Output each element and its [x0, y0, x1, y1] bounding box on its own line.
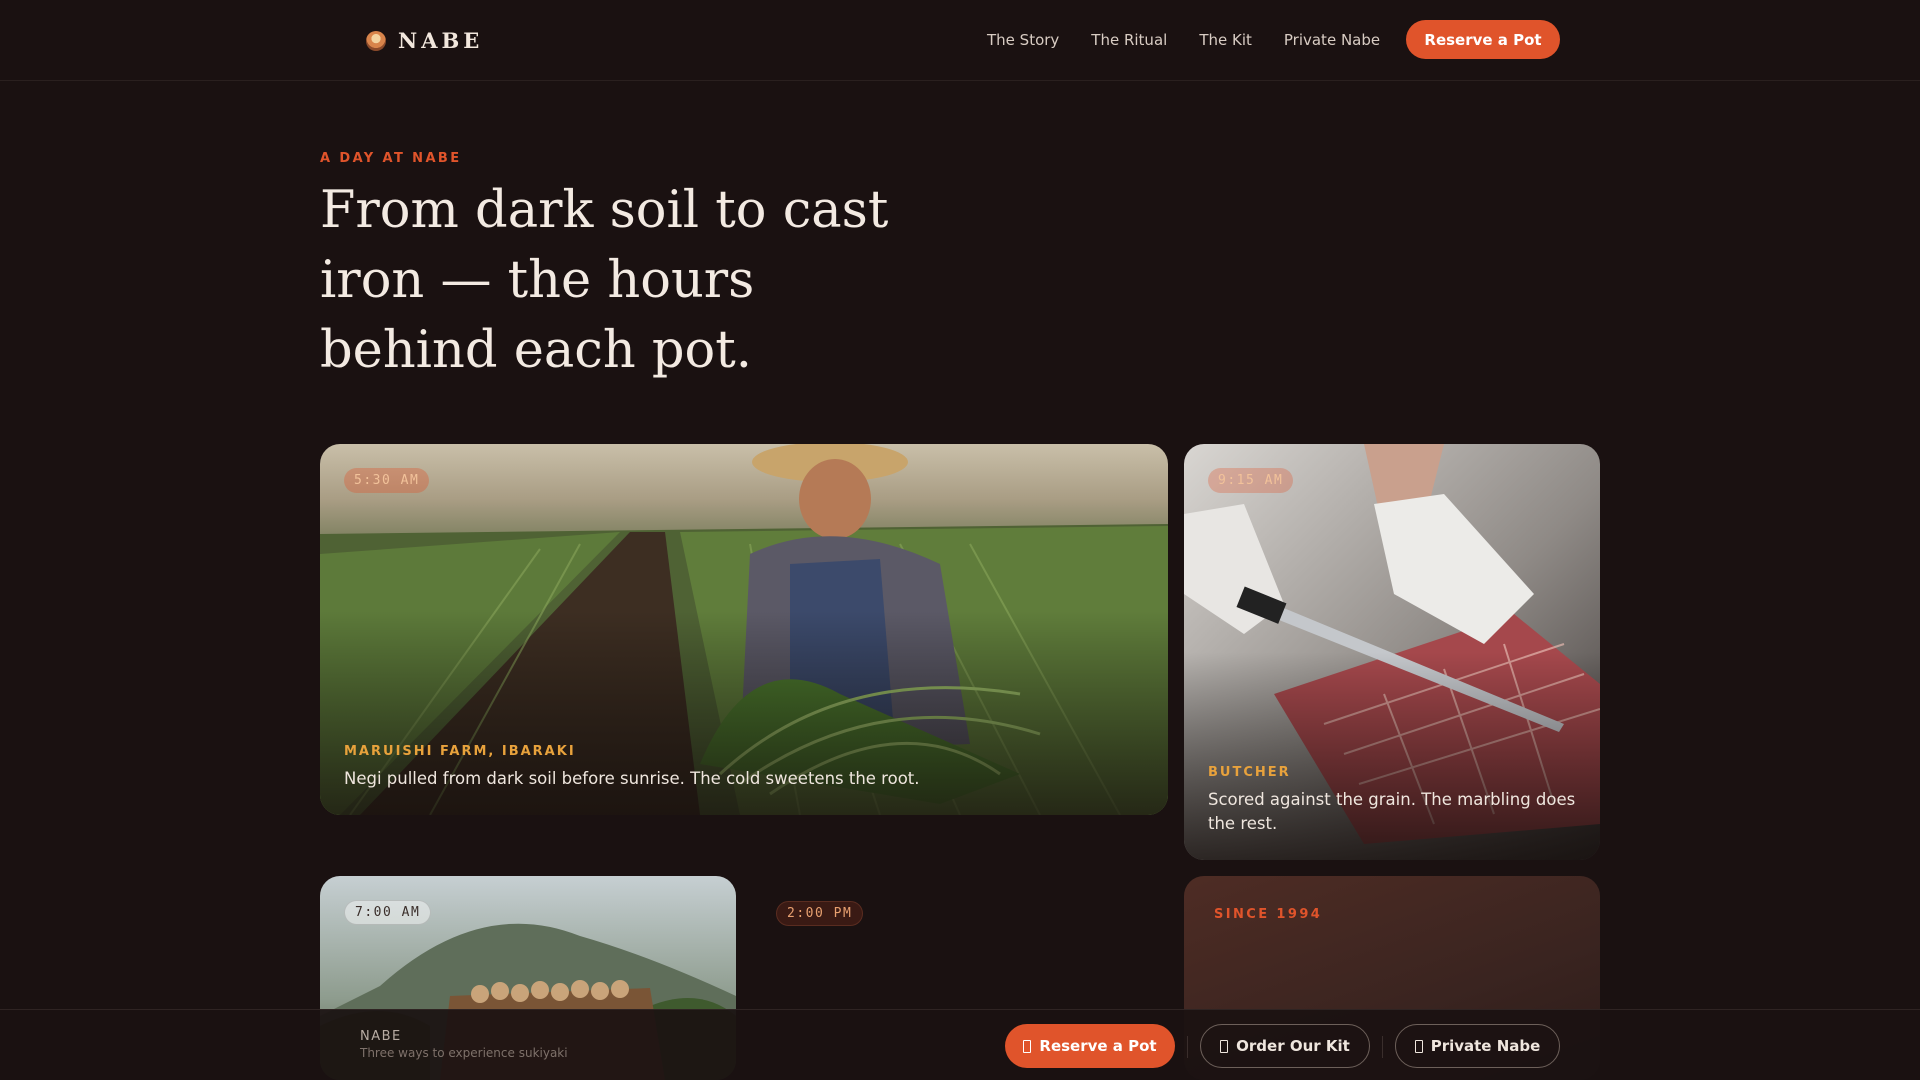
farm-location-label: MARUISHI FARM, IBARAKI [344, 744, 576, 759]
farm-description: Negi pulled from dark soil before sunris… [344, 769, 920, 788]
divider [1187, 1036, 1188, 1058]
brand-name: NABE [398, 28, 484, 53]
nav-link-story[interactable]: The Story [987, 31, 1059, 49]
farm-card[interactable]: 5:30 AM MARUISHI FARM, IBARAKI Negi pull… [320, 444, 1168, 815]
time-badge: 9:15 AM [1208, 468, 1294, 493]
butcher-label: BUTCHER [1208, 765, 1291, 780]
time-badge: 5:30 AM [344, 468, 430, 493]
bar-kit-label: Order Our Kit [1236, 1037, 1350, 1055]
reserve-pot-button[interactable]: Reserve a Pot [1406, 20, 1560, 59]
kit-icon [1220, 1039, 1229, 1053]
bar-private-label: Private Nabe [1430, 1037, 1541, 1055]
brand-logo[interactable]: NABE [366, 28, 483, 53]
nav-link-private-nabe[interactable]: Private Nabe [1284, 31, 1380, 49]
butcher-description: Scored against the grain. The marbling d… [1208, 790, 1576, 833]
nav-link-ritual[interactable]: The Ritual [1091, 31, 1167, 49]
butcher-card[interactable]: 9:15 AM BUTCHER Scored against the grain… [1184, 444, 1600, 860]
nav-link-kit[interactable]: The Kit [1199, 31, 1252, 49]
bar-reserve-label: Reserve a Pot [1039, 1037, 1157, 1055]
bar-subtitle: Three ways to experience sukiyaki [360, 1046, 568, 1060]
time-badge: 2:00 PM [776, 901, 864, 926]
private-icon [1414, 1039, 1423, 1053]
bar-brand-name: NABE [360, 1029, 402, 1044]
butcher-caption: BUTCHER Scored against the grain. The ma… [1208, 765, 1576, 836]
bar-reserve-pot-button[interactable]: Reserve a Pot [1005, 1024, 1175, 1068]
bar-order-kit-button[interactable]: Order Our Kit [1200, 1024, 1370, 1068]
main-nav: The Story The Ritual The Kit Private Nab… [987, 31, 1380, 49]
sticky-cta-bar: NABE Three ways to experience sukiyaki R… [0, 1009, 1920, 1080]
time-badge: 7:00 AM [344, 900, 432, 925]
hero-eyebrow: A DAY AT NABE [320, 151, 462, 166]
site-header: NABE The Story The Ritual The Kit Privat… [0, 0, 1920, 81]
bar-private-nabe-button[interactable]: Private Nabe [1395, 1024, 1560, 1068]
pot-icon [1023, 1039, 1032, 1053]
divider [1382, 1036, 1383, 1058]
hero-title: From dark soil to cast iron — the hours … [320, 181, 889, 380]
nabe-pot-icon [366, 30, 386, 51]
farm-caption: MARUISHI FARM, IBARAKI Negi pulled from … [344, 744, 1144, 791]
since-label: SINCE 1994 [1214, 907, 1323, 922]
